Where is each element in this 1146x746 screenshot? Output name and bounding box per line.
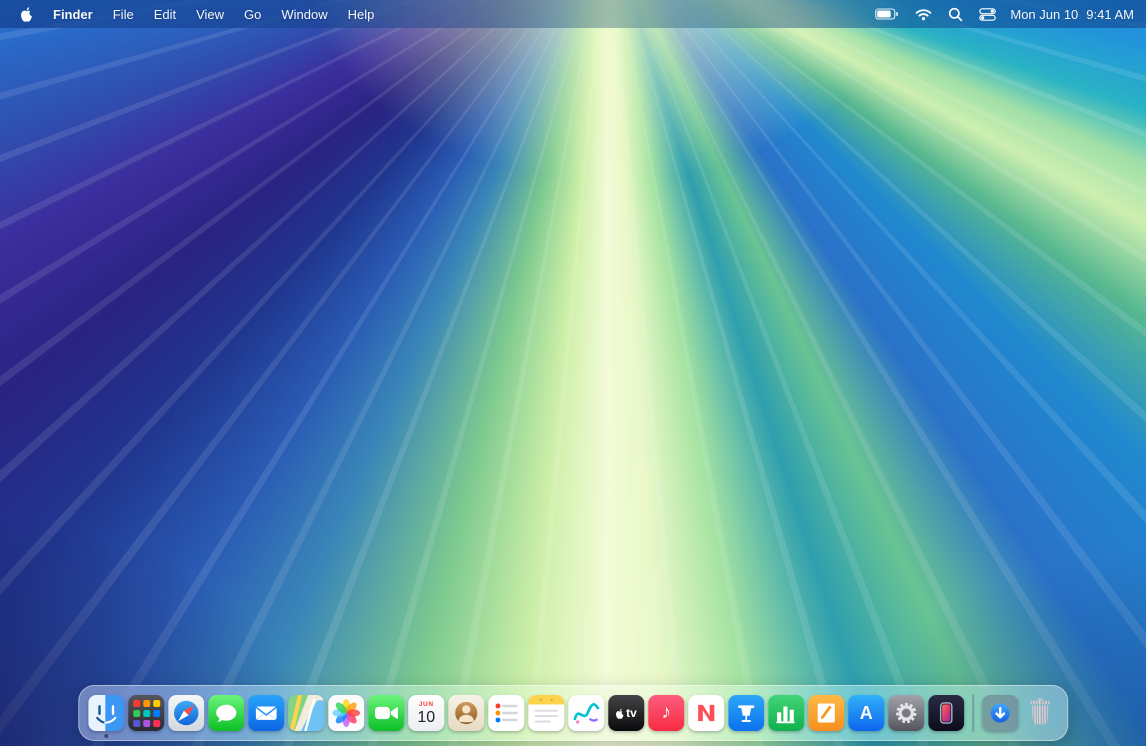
dock-item-messages[interactable] (208, 695, 244, 731)
downloads-arrow-icon (982, 695, 1018, 731)
menu-bar-right: Mon Jun 10 9:41 AM (867, 0, 1146, 28)
settings-gear-icon (888, 695, 924, 731)
messages-bubble-icon (208, 695, 244, 731)
facetime-camera-icon (368, 695, 404, 731)
dock-item-tv[interactable]: tv (608, 695, 644, 731)
clock-date: Mon Jun 10 (1010, 7, 1078, 22)
dock-item-facetime[interactable] (368, 695, 404, 731)
dock-item-safari[interactable] (168, 695, 204, 731)
pages-pen-icon (808, 695, 844, 731)
menu-help[interactable]: Help (338, 0, 385, 28)
menu-window[interactable]: Window (271, 0, 337, 28)
battery-icon[interactable] (867, 0, 907, 28)
numbers-barchart-icon (768, 695, 804, 731)
news-n-icon (688, 695, 724, 731)
dock-item-news[interactable] (688, 695, 724, 731)
menu-bar-clock[interactable]: Mon Jun 10 9:41 AM (1004, 7, 1134, 22)
dock: JUN 10 (78, 685, 1068, 741)
safari-compass-icon (168, 695, 204, 731)
trash-can-icon (1022, 695, 1058, 731)
menu-go[interactable]: Go (234, 0, 271, 28)
dock-item-maps[interactable] (288, 695, 324, 731)
notes-notepad-icon (528, 695, 564, 731)
dock-item-app-store[interactable]: A (848, 695, 884, 731)
dock-item-reminders[interactable] (488, 695, 524, 731)
launchpad-grid-icon (133, 700, 140, 707)
freeform-scribble-icon (568, 695, 604, 731)
dock-item-contacts[interactable] (448, 695, 484, 731)
calendar-month-label: JUN (419, 702, 434, 709)
finder-face-icon (88, 695, 124, 731)
spotlight-search-icon[interactable] (940, 0, 971, 28)
tv-label: tv (626, 707, 637, 719)
contacts-silhouette-icon (448, 695, 484, 731)
dock-item-freeform[interactable] (568, 695, 604, 731)
calendar-day-label: 10 (417, 710, 435, 726)
desktop-wallpaper (0, 0, 1146, 746)
maps-icon (288, 695, 324, 731)
dock-item-music[interactable]: ♪ (648, 695, 684, 731)
reminders-list-icon (488, 695, 524, 731)
dock-item-finder[interactable] (88, 695, 124, 731)
dock-item-iphone-mirroring[interactable] (928, 695, 964, 731)
app-store-a-icon: A (860, 704, 873, 722)
running-indicator (104, 734, 108, 738)
dock-item-keynote[interactable] (728, 695, 764, 731)
dock-item-pages[interactable] (808, 695, 844, 731)
dock-item-photos[interactable] (328, 695, 364, 731)
dock-item-system-settings[interactable] (888, 695, 924, 731)
menu-edit[interactable]: Edit (144, 0, 186, 28)
dock-item-notes[interactable] (528, 695, 564, 731)
clock-time: 9:41 AM (1086, 7, 1134, 22)
dock-separator (972, 694, 974, 732)
dock-item-mail[interactable] (248, 695, 284, 731)
menu-bar-left: Finder File Edit View Go Window Help (0, 0, 384, 28)
menu-bar: Finder File Edit View Go Window Help (0, 0, 1146, 28)
dock-item-trash[interactable] (1022, 695, 1058, 731)
menu-view[interactable]: View (186, 0, 234, 28)
keynote-podium-icon (728, 695, 764, 731)
apple-menu[interactable] (10, 0, 43, 28)
menu-finder[interactable]: Finder (43, 0, 103, 28)
menu-file[interactable]: File (103, 0, 144, 28)
dock-item-numbers[interactable] (768, 695, 804, 731)
dock-item-downloads[interactable] (982, 695, 1018, 731)
iphone-mirroring-icon (928, 695, 964, 731)
dock-item-calendar[interactable]: JUN 10 (408, 695, 444, 731)
dock-item-launchpad[interactable] (128, 695, 164, 731)
music-note-icon: ♪ (662, 703, 672, 722)
apple-tv-logo-icon (616, 708, 625, 719)
apple-logo-icon (20, 6, 33, 22)
control-center-icon[interactable] (971, 0, 1004, 28)
wifi-icon[interactable] (907, 0, 940, 28)
photos-pinwheel-icon (328, 695, 364, 731)
mail-envelope-icon (248, 695, 284, 731)
